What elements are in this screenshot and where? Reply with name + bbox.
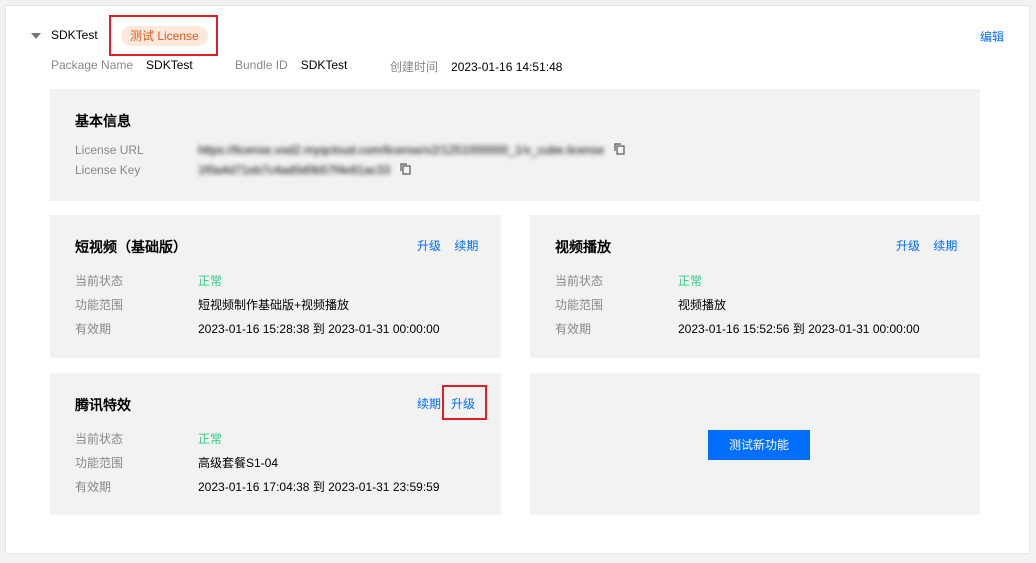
test-new-feature-button[interactable]: 测试新功能 [708,430,810,460]
scope-row: 功能范围 短视频制作基础版+视频播放 [75,296,349,313]
validity-row: 有效期 2023-01-16 15:28:38 到 2023-01-31 00:0… [75,320,440,337]
app-name: SDKTest [51,28,98,42]
validity-label: 有效期 [75,322,112,336]
scope-label: 功能范围 [75,456,124,470]
validity-value: 2023-01-16 15:52:56 到 2023-01-31 00:00:0… [678,322,920,336]
status-row: 当前状态 正常 [75,430,222,447]
status-row: 当前状态 正常 [555,272,702,289]
collapse-caret-icon[interactable] [31,33,41,39]
meta-label: 创建时间 [390,60,439,74]
effects-actions: 续期 [417,395,441,412]
license-url-value: https://license.vod2.myqcloud.com/licens… [198,143,605,157]
basic-info-title: 基本信息 [75,113,131,129]
license-key-label: License Key [75,163,141,177]
meta-package-name: Package Name SDKTest [51,58,193,72]
short-video-title: 短视频（基础版） [75,239,187,255]
validity-value: 2023-01-16 15:28:38 到 2023-01-31 00:00:0… [198,322,440,336]
badge-highlight-box: 测试 License [109,15,218,56]
renew-link[interactable]: 续期 [417,397,441,411]
scope-row: 功能范围 视频播放 [555,296,726,313]
status-label: 当前状态 [555,274,604,288]
meta-bundle-id: Bundle ID SDKTest [235,58,347,72]
video-play-title: 视频播放 [555,239,611,255]
test-license-badge: 测试 License [121,26,208,46]
scope-label: 功能范围 [555,298,604,312]
status-value: 正常 [678,274,703,288]
copy-icon[interactable] [614,143,625,158]
meta-created-time: 创建时间 2023-01-16 14:51:48 [390,58,562,75]
video-play-actions: 升级 续期 [896,237,957,254]
license-key-value: 1f0a4d71eb7c4ad0d0b57f4e81ac33 [198,163,391,177]
status-label: 当前状态 [75,432,124,446]
meta-value: 2023-01-16 14:51:48 [451,60,563,74]
license-key-row: License Key 1f0a4d71eb7c4ad0d0b57f4e81ac3… [75,163,411,178]
scope-row: 功能范围 高级套餐S1-04 [75,454,278,471]
scope-value: 短视频制作基础版+视频播放 [198,298,350,312]
meta-label: Package Name [51,58,134,72]
scope-value: 视频播放 [678,298,727,312]
status-value: 正常 [198,274,223,288]
status-row: 当前状态 正常 [75,272,222,289]
effects-title: 腾讯特效 [75,397,131,413]
scope-value: 高级套餐S1-04 [198,456,279,470]
copy-icon[interactable] [399,163,411,178]
status-value: 正常 [198,432,223,446]
meta-label: Bundle ID [235,58,288,72]
status-label: 当前状态 [75,274,124,288]
short-video-panel: 短视频（基础版） 升级 续期 当前状态 正常 功能范围 短视频制作基础版+视频播放 … [50,215,501,358]
validity-label: 有效期 [75,480,112,494]
upgrade-link[interactable]: 升级 [896,239,920,253]
upgrade-link[interactable]: 升级 [417,239,441,253]
short-video-actions: 升级 续期 [417,237,478,254]
effects-panel: 腾讯特效 续期 升级 当前状态 正常 功能范围 高级套餐S1-04 有效期 2023-… [50,373,501,515]
validity-value: 2023-01-16 17:04:38 到 2023-01-31 23:59:5… [198,480,440,494]
validity-row: 有效期 2023-01-16 17:04:38 到 2023-01-31 23:5… [75,478,440,495]
new-feature-panel: 测试新功能 [530,373,980,515]
license-header: SDKTest 测试 License 编辑 [6,6,1029,66]
video-play-panel: 视频播放 升级 续期 当前状态 正常 功能范围 视频播放 有效期 2023-01-16… [530,215,980,358]
validity-label: 有效期 [555,322,592,336]
renew-link[interactable]: 续期 [454,239,478,253]
meta-value: SDKTest [146,58,193,72]
validity-row: 有效期 2023-01-16 15:52:56 到 2023-01-31 00:0… [555,320,920,337]
basic-info-panel: 基本信息 License URL https://license.vod2.myq… [50,89,980,201]
license-url-row: License URL https://license.vod2.myqcloud… [75,143,625,158]
license-card: SDKTest 测试 License 编辑 Package Name SDKTes… [5,5,1030,554]
license-url-label: License URL [75,143,144,157]
effects-upgrade-wrap: 升级 [451,395,475,412]
meta-value: SDKTest [300,58,348,72]
scope-label: 功能范围 [75,298,124,312]
renew-link[interactable]: 续期 [933,239,957,253]
upgrade-link[interactable]: 升级 [451,397,475,411]
edit-link[interactable]: 编辑 [980,28,1004,45]
